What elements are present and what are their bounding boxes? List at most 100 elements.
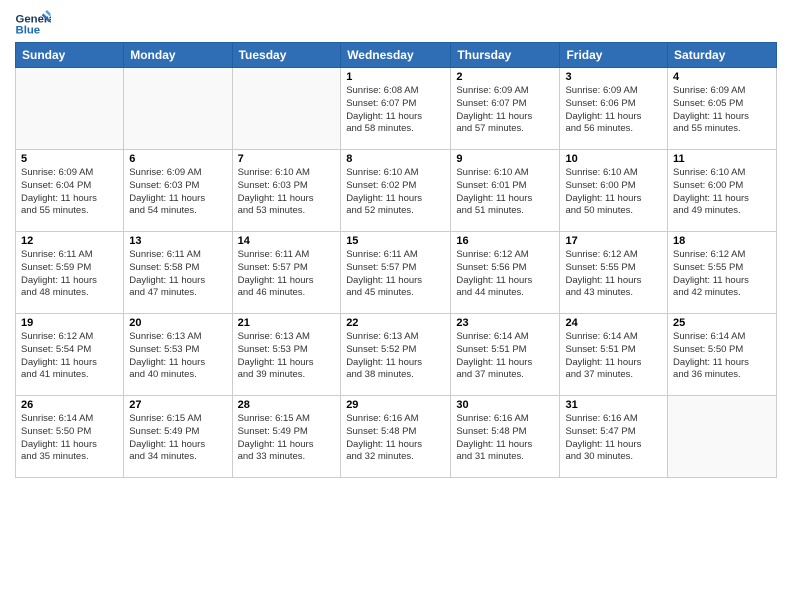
day-number: 2: [456, 71, 554, 83]
day-info: Sunrise: 6:11 AM Sunset: 5:58 PM Dayligh…: [129, 249, 226, 300]
calendar-cell: 15 Sunrise: 6:11 AM Sunset: 5:57 PM Dayli…: [341, 232, 451, 314]
day-info: Sunrise: 6:14 AM Sunset: 5:51 PM Dayligh…: [565, 331, 662, 382]
calendar-cell: [668, 396, 777, 478]
calendar-cell: 30 Sunrise: 6:16 AM Sunset: 5:48 PM Dayli…: [451, 396, 560, 478]
day-number: 9: [456, 153, 554, 165]
calendar-cell: 9 Sunrise: 6:10 AM Sunset: 6:01 PM Daylig…: [451, 150, 560, 232]
calendar-cell: 17Sunrise: 6:12 AM Sunset: 5:55 PM Dayli…: [560, 232, 668, 314]
day-number: 11: [673, 153, 771, 165]
day-info: Sunrise: 6:10 AM Sunset: 6:02 PM Dayligh…: [346, 167, 445, 218]
calendar-cell: 8 Sunrise: 6:10 AM Sunset: 6:02 PM Daylig…: [341, 150, 451, 232]
day-info: Sunrise: 6:15 AM Sunset: 5:49 PM Dayligh…: [129, 413, 226, 464]
calendar-cell: 24 Sunrise: 6:14 AM Sunset: 5:51 PM Dayli…: [560, 314, 668, 396]
day-number: 13: [129, 235, 226, 247]
calendar-cell: 28 Sunrise: 6:15 AM Sunset: 5:49 PM Dayli…: [232, 396, 341, 478]
calendar-cell: 23 Sunrise: 6:14 AM Sunset: 5:51 PM Dayli…: [451, 314, 560, 396]
calendar-cell: 5 Sunrise: 6:09 AM Sunset: 6:04 PM Daylig…: [16, 150, 124, 232]
day-number: 31: [565, 399, 662, 411]
day-number: 4: [673, 71, 771, 83]
calendar-cell: [16, 68, 124, 150]
day-info: Sunrise: 6:10 AM Sunset: 6:00 PM Dayligh…: [673, 167, 771, 218]
calendar-cell: [124, 68, 232, 150]
calendar-cell: 4Sunrise: 6:09 AM Sunset: 6:05 PM Daylig…: [668, 68, 777, 150]
day-number: 18: [673, 235, 771, 247]
day-number: 21: [238, 317, 336, 329]
day-info: Sunrise: 6:16 AM Sunset: 5:48 PM Dayligh…: [346, 413, 445, 464]
day-info: Sunrise: 6:11 AM Sunset: 5:57 PM Dayligh…: [346, 249, 445, 300]
calendar-cell: 6Sunrise: 6:09 AM Sunset: 6:03 PM Daylig…: [124, 150, 232, 232]
day-number: 22: [346, 317, 445, 329]
calendar-cell: 21 Sunrise: 6:13 AM Sunset: 5:53 PM Dayli…: [232, 314, 341, 396]
calendar-week-3: 12 Sunrise: 6:11 AM Sunset: 5:59 PM Dayli…: [16, 232, 777, 314]
day-info: Sunrise: 6:11 AM Sunset: 5:59 PM Dayligh…: [21, 249, 118, 300]
day-info: Sunrise: 6:09 AM Sunset: 6:06 PM Dayligh…: [565, 85, 662, 136]
calendar-cell: 22 Sunrise: 6:13 AM Sunset: 5:52 PM Dayli…: [341, 314, 451, 396]
calendar-cell: 14 Sunrise: 6:11 AM Sunset: 5:57 PM Dayli…: [232, 232, 341, 314]
day-number: 20: [129, 317, 226, 329]
day-number: 1: [346, 71, 445, 83]
day-number: 15: [346, 235, 445, 247]
calendar-cell: 12 Sunrise: 6:11 AM Sunset: 5:59 PM Dayli…: [16, 232, 124, 314]
day-number: 5: [21, 153, 118, 165]
day-info: Sunrise: 6:10 AM Sunset: 6:03 PM Dayligh…: [238, 167, 336, 218]
day-number: 30: [456, 399, 554, 411]
day-info: Sunrise: 6:14 AM Sunset: 5:50 PM Dayligh…: [21, 413, 118, 464]
day-info: Sunrise: 6:13 AM Sunset: 5:53 PM Dayligh…: [129, 331, 226, 382]
day-info: Sunrise: 6:14 AM Sunset: 5:50 PM Dayligh…: [673, 331, 771, 382]
day-header-friday: Friday: [560, 43, 668, 68]
day-info: Sunrise: 6:12 AM Sunset: 5:56 PM Dayligh…: [456, 249, 554, 300]
calendar-cell: 2Sunrise: 6:09 AM Sunset: 6:07 PM Daylig…: [451, 68, 560, 150]
day-info: Sunrise: 6:16 AM Sunset: 5:47 PM Dayligh…: [565, 413, 662, 464]
day-number: 28: [238, 399, 336, 411]
calendar-cell: [232, 68, 341, 150]
day-info: Sunrise: 6:10 AM Sunset: 6:00 PM Dayligh…: [565, 167, 662, 218]
day-number: 24: [565, 317, 662, 329]
svg-text:Blue: Blue: [16, 25, 41, 37]
day-info: Sunrise: 6:13 AM Sunset: 5:53 PM Dayligh…: [238, 331, 336, 382]
logo-icon: General Blue: [15, 10, 51, 38]
header: General Blue: [15, 10, 777, 38]
day-number: 27: [129, 399, 226, 411]
day-info: Sunrise: 6:10 AM Sunset: 6:01 PM Dayligh…: [456, 167, 554, 218]
day-info: Sunrise: 6:15 AM Sunset: 5:49 PM Dayligh…: [238, 413, 336, 464]
logo: General Blue: [15, 10, 51, 38]
day-info: Sunrise: 6:12 AM Sunset: 5:55 PM Dayligh…: [565, 249, 662, 300]
day-number: 25: [673, 317, 771, 329]
day-info: Sunrise: 6:12 AM Sunset: 5:55 PM Dayligh…: [673, 249, 771, 300]
day-number: 10: [565, 153, 662, 165]
day-info: Sunrise: 6:14 AM Sunset: 5:51 PM Dayligh…: [456, 331, 554, 382]
page-container: General Blue SundayMondayTuesdayWednesda…: [0, 0, 792, 483]
day-info: Sunrise: 6:09 AM Sunset: 6:03 PM Dayligh…: [129, 167, 226, 218]
calendar-week-2: 5 Sunrise: 6:09 AM Sunset: 6:04 PM Daylig…: [16, 150, 777, 232]
day-number: 8: [346, 153, 445, 165]
calendar-week-5: 26 Sunrise: 6:14 AM Sunset: 5:50 PM Dayli…: [16, 396, 777, 478]
day-number: 14: [238, 235, 336, 247]
calendar-cell: 3 Sunrise: 6:09 AM Sunset: 6:06 PM Daylig…: [560, 68, 668, 150]
calendar-cell: 25 Sunrise: 6:14 AM Sunset: 5:50 PM Dayli…: [668, 314, 777, 396]
day-info: Sunrise: 6:08 AM Sunset: 6:07 PM Dayligh…: [346, 85, 445, 136]
day-number: 23: [456, 317, 554, 329]
calendar-cell: 19Sunrise: 6:12 AM Sunset: 5:54 PM Dayli…: [16, 314, 124, 396]
day-info: Sunrise: 6:16 AM Sunset: 5:48 PM Dayligh…: [456, 413, 554, 464]
day-number: 3: [565, 71, 662, 83]
calendar-cell: 10 Sunrise: 6:10 AM Sunset: 6:00 PM Dayli…: [560, 150, 668, 232]
calendar-cell: 16Sunrise: 6:12 AM Sunset: 5:56 PM Dayli…: [451, 232, 560, 314]
calendar-cell: 11 Sunrise: 6:10 AM Sunset: 6:00 PM Dayli…: [668, 150, 777, 232]
day-info: Sunrise: 6:13 AM Sunset: 5:52 PM Dayligh…: [346, 331, 445, 382]
calendar-cell: 7 Sunrise: 6:10 AM Sunset: 6:03 PM Daylig…: [232, 150, 341, 232]
day-number: 26: [21, 399, 118, 411]
day-number: 7: [238, 153, 336, 165]
calendar-cell: 29 Sunrise: 6:16 AM Sunset: 5:48 PM Dayli…: [341, 396, 451, 478]
calendar-cell: 1 Sunrise: 6:08 AM Sunset: 6:07 PM Daylig…: [341, 68, 451, 150]
calendar-cell: 31 Sunrise: 6:16 AM Sunset: 5:47 PM Dayli…: [560, 396, 668, 478]
day-info: Sunrise: 6:09 AM Sunset: 6:04 PM Dayligh…: [21, 167, 118, 218]
svg-text:General: General: [16, 13, 52, 25]
day-header-saturday: Saturday: [668, 43, 777, 68]
day-number: 29: [346, 399, 445, 411]
day-info: Sunrise: 6:12 AM Sunset: 5:54 PM Dayligh…: [21, 331, 118, 382]
day-header-sunday: Sunday: [16, 43, 124, 68]
day-info: Sunrise: 6:11 AM Sunset: 5:57 PM Dayligh…: [238, 249, 336, 300]
calendar-table: SundayMondayTuesdayWednesdayThursdayFrid…: [15, 42, 777, 478]
calendar-cell: 13 Sunrise: 6:11 AM Sunset: 5:58 PM Dayli…: [124, 232, 232, 314]
day-number: 12: [21, 235, 118, 247]
